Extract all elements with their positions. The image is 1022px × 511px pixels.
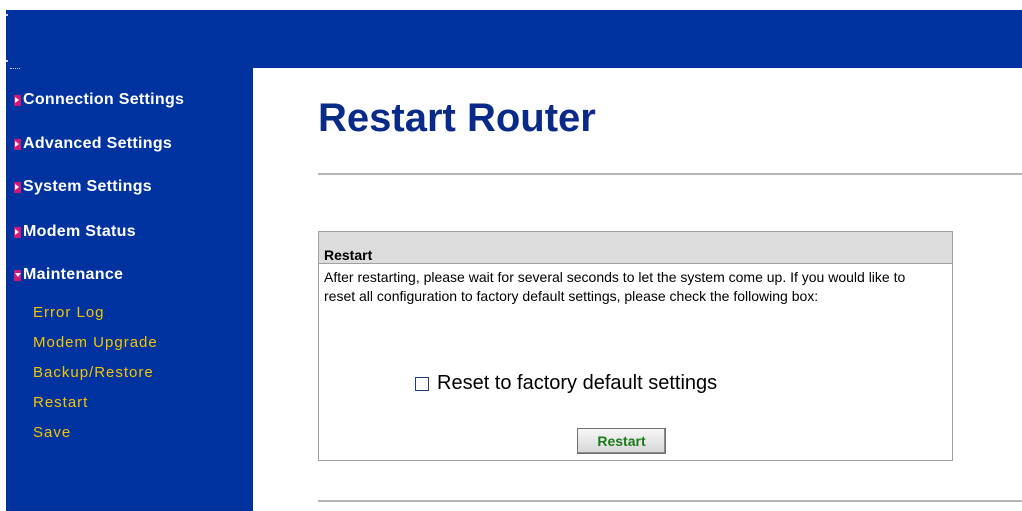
nav-maintenance[interactable]: Maintenance <box>14 264 123 286</box>
nav-connection-settings[interactable]: Connection Settings <box>14 89 184 111</box>
nav-label: Connection Settings <box>23 91 185 108</box>
header-bar <box>0 0 1022 68</box>
subnav-modem-upgrade[interactable]: Modem Upgrade <box>33 334 158 352</box>
header-mark-top <box>6 14 8 16</box>
divider-top <box>318 173 1022 175</box>
subnav-restart[interactable]: Restart <box>33 394 88 412</box>
nav-label: System Settings <box>23 178 152 195</box>
nav-modem-status[interactable]: Modem Status <box>14 221 136 243</box>
nav-system-settings[interactable]: System Settings <box>14 176 152 198</box>
factory-reset-option: Reset to factory default settings <box>415 372 717 395</box>
page-title: Restart Router <box>318 96 596 140</box>
restart-panel: Restart After restarting, please wait fo… <box>318 231 953 461</box>
header-mark-bottom <box>6 60 8 62</box>
panel-heading: Restart <box>324 247 373 263</box>
factory-reset-label[interactable]: Reset to factory default settings <box>437 372 717 395</box>
restart-button[interactable]: Restart <box>577 428 666 454</box>
arrow-right-icon <box>14 94 21 106</box>
arrow-right-icon <box>14 226 21 238</box>
nav-label: Advanced Settings <box>23 135 173 152</box>
nav-label: Modem Status <box>23 223 136 240</box>
subnav-save[interactable]: Save <box>33 424 71 442</box>
sidebar-grip <box>10 68 20 72</box>
nav-advanced-settings[interactable]: Advanced Settings <box>14 133 172 155</box>
subnav-backup-restore[interactable]: Backup/Restore <box>33 364 154 382</box>
panel-header: Restart <box>319 232 952 264</box>
sidebar: Connection Settings Advanced Settings Sy… <box>6 68 253 511</box>
arrow-down-icon <box>14 269 21 281</box>
divider-bottom <box>318 500 1022 502</box>
nav-label: Maintenance <box>23 266 124 283</box>
arrow-right-icon <box>14 181 21 193</box>
arrow-right-icon <box>14 138 21 150</box>
panel-description: After restarting, please wait for severa… <box>324 269 906 304</box>
factory-reset-checkbox[interactable] <box>415 376 429 391</box>
subnav-error-log[interactable]: Error Log <box>33 304 105 322</box>
